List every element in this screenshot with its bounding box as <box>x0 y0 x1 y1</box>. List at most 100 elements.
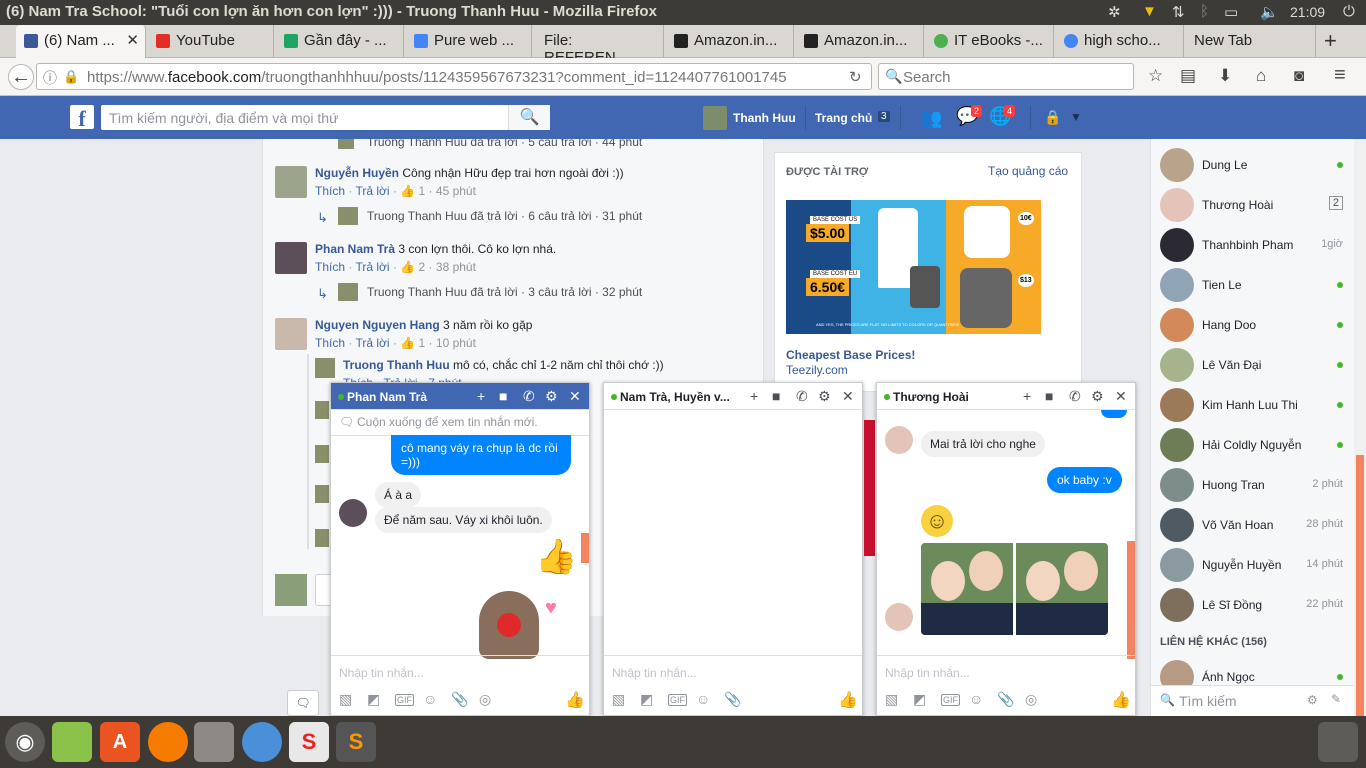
close-icon[interactable]: ✕ <box>569 388 581 405</box>
emoji-icon[interactable]: ☺ <box>969 691 983 707</box>
chat-message-input[interactable]: Nhập tin nhắn... <box>877 655 1135 685</box>
android-studio-icon[interactable] <box>52 722 92 762</box>
settings-gear-icon[interactable]: ⚙ <box>1091 388 1104 405</box>
url-text[interactable]: https://www.facebook.com/truongthanhhhuu… <box>87 69 847 86</box>
commenter-name[interactable]: Phan Nam Trà <box>315 242 395 256</box>
ad-domain[interactable]: Teezily.com <box>786 363 848 377</box>
contact-item[interactable]: Lê Sĩ Đồng 22 phút <box>1151 585 1355 625</box>
gif-icon[interactable]: GIF <box>395 694 414 706</box>
contact-item[interactable]: Lê Văn Đại <box>1151 345 1355 385</box>
clock[interactable]: 21:09 <box>1290 4 1325 20</box>
photo-icon[interactable]: ▧ <box>339 691 352 708</box>
home-link[interactable]: Trang chủ <box>815 111 872 125</box>
ad-image[interactable]: BASE COST US $5.00 BASE COST EU 6.50€ 10… <box>786 200 1041 334</box>
tab-amazon-1[interactable]: Amazon.in... <box>666 25 794 58</box>
facebook-search-button[interactable]: 🔍 <box>508 105 550 130</box>
voice-call-icon[interactable]: ✆ <box>796 388 808 405</box>
page-scrollbar-thumb[interactable] <box>1356 455 1364 716</box>
like-link[interactable]: Thích <box>315 184 345 198</box>
commenter-name[interactable]: Nguyen Nguyen Hang <box>315 318 440 332</box>
menu-hamburger-icon[interactable]: ≡ <box>1334 64 1346 87</box>
chat-message-input[interactable]: Nhập tin nhắn... <box>331 655 589 685</box>
add-people-icon[interactable]: + <box>750 388 758 404</box>
bookmark-star-icon[interactable]: ☆ <box>1148 66 1163 86</box>
tab-facebook[interactable]: (6) Nam ... ✕ <box>16 25 146 58</box>
emoji-icon[interactable]: ☺ <box>696 691 710 707</box>
close-tab-icon[interactable]: ✕ <box>126 31 139 49</box>
tab-google[interactable]: high scho... <box>1056 25 1184 58</box>
view-replies-link[interactable]: Truong Thanh Huu đã trả lời · 5 câu trả … <box>367 139 642 149</box>
url-bar[interactable]: ⓘ 🔒 https://www.facebook.com/truongthanh… <box>36 63 872 90</box>
comment-time[interactable]: 10 phút <box>436 336 476 350</box>
contacts-search-input[interactable]: 🔍 Tìm kiếm ⚙ ✎ <box>1151 685 1355 716</box>
firefox-icon[interactable] <box>148 722 188 762</box>
reload-icon[interactable]: ↻ <box>849 68 862 86</box>
contact-item[interactable]: Võ Văn Hoan 28 phút <box>1151 505 1355 545</box>
settings-gear-icon[interactable]: ⚙ <box>818 388 831 405</box>
tab-amazon-2[interactable]: Amazon.in... <box>796 25 924 58</box>
contact-item[interactable]: Huong Tran 2 phút <box>1151 465 1355 505</box>
chat-header[interactable]: Nam Trà, Huyền v... + ■ ✆ ⚙ ✕ <box>604 383 862 410</box>
browser-search-box[interactable]: 🔍 Search <box>878 63 1134 90</box>
chat-title[interactable]: Thương Hoài <box>893 390 969 404</box>
tab-it-ebooks[interactable]: IT eBooks -... <box>926 25 1054 58</box>
contact-item[interactable]: Thanhbinh Pham 1giờ <box>1151 225 1355 265</box>
chat-list-icon[interactable]: 🗨 <box>287 690 319 716</box>
profile-link[interactable]: Thanh Huu <box>733 111 796 125</box>
chat-title[interactable]: Nam Trà, Huyền v... <box>620 390 740 404</box>
reply-link[interactable]: Trả lời <box>355 260 389 274</box>
send-like-icon[interactable]: 👍 <box>565 690 585 710</box>
sticker-icon[interactable]: ◩ <box>913 691 926 708</box>
attachment-icon[interactable]: 📎 <box>997 691 1014 708</box>
settings-gear-icon[interactable]: ✲ <box>1108 3 1121 21</box>
tab-drive[interactable]: Gần đây - ... <box>276 25 404 58</box>
chromium-icon[interactable] <box>242 722 282 762</box>
chat-scrollbar[interactable] <box>1127 541 1135 659</box>
video-call-icon[interactable]: ■ <box>772 388 780 404</box>
chat-scrollbar[interactable] <box>581 533 589 563</box>
gif-icon[interactable]: GIF <box>941 694 960 706</box>
view-replies-link[interactable]: Truong Thanh Huu đã trả lời · 6 câu trả … <box>367 209 642 223</box>
camera-icon[interactable]: ◎ <box>479 691 491 708</box>
pocket-icon[interactable]: ◙ <box>1294 66 1304 86</box>
facebook-logo-icon[interactable]: f <box>70 105 94 131</box>
account-menu-caret-icon[interactable]: ▼ <box>1070 110 1082 124</box>
shared-photo[interactable] <box>1016 543 1108 635</box>
tab-docs[interactable]: Pure web ... <box>406 25 532 58</box>
like-link[interactable]: Thích <box>315 260 345 274</box>
privacy-shortcuts-icon[interactable]: 🔒 <box>1044 109 1061 126</box>
reading-list-icon[interactable]: ▤ <box>1180 66 1196 86</box>
reply-link[interactable]: Trả lời <box>355 184 389 198</box>
tab-youtube[interactable]: YouTube <box>148 25 274 58</box>
comment-time[interactable]: 45 phút <box>436 184 476 198</box>
info-icon[interactable]: ⓘ <box>43 68 57 88</box>
contact-item[interactable]: Hải Coldly Nguyễn <box>1151 425 1355 465</box>
voice-call-icon[interactable]: ✆ <box>1069 388 1081 405</box>
sublime-text-icon[interactable]: S <box>336 722 376 762</box>
settings-gear-icon[interactable]: ⚙ <box>545 388 558 405</box>
user-avatar[interactable] <box>703 106 727 130</box>
emoji-icon[interactable]: ☺ <box>423 691 437 707</box>
view-replies-link[interactable]: Truong Thanh Huu đã trả lời · 3 câu trả … <box>367 285 642 299</box>
facebook-search-input[interactable]: Tìm kiếm người, địa điểm và mọi thứ <box>101 105 550 130</box>
create-ad-link[interactable]: Tạo quảng cáo <box>988 164 1068 178</box>
new-message-icon[interactable]: ✎ <box>1331 692 1341 706</box>
chat-title[interactable]: Phan Nam Trà <box>347 390 427 404</box>
video-call-icon[interactable]: ■ <box>499 388 507 404</box>
commenter-name[interactable]: Nguyễn Huyền <box>315 166 399 180</box>
sticker-icon[interactable]: ◩ <box>640 691 653 708</box>
comment-time[interactable]: 38 phút <box>436 260 476 274</box>
close-icon[interactable]: ✕ <box>842 388 854 405</box>
search-engine-icon[interactable]: 🔍 <box>885 68 902 85</box>
add-people-icon[interactable]: + <box>1023 388 1031 404</box>
ubuntu-dash-icon[interactable]: ◉ <box>5 722 45 762</box>
contact-item[interactable]: Hang Doo <box>1151 305 1355 345</box>
back-arrow-icon[interactable]: ← <box>8 64 34 90</box>
contact-item[interactable]: Tien Le <box>1151 265 1355 305</box>
chat-header[interactable]: Thương Hoài + ■ ✆ ⚙ ✕ <box>877 383 1135 410</box>
commenter-avatar[interactable] <box>275 318 307 350</box>
slides-app-icon[interactable]: S <box>289 722 329 762</box>
camera-icon[interactable]: ◎ <box>1025 691 1037 708</box>
friend-requests-icon[interactable]: 👥 <box>920 108 942 129</box>
power-icon[interactable]: ⏻ <box>1343 3 1355 20</box>
